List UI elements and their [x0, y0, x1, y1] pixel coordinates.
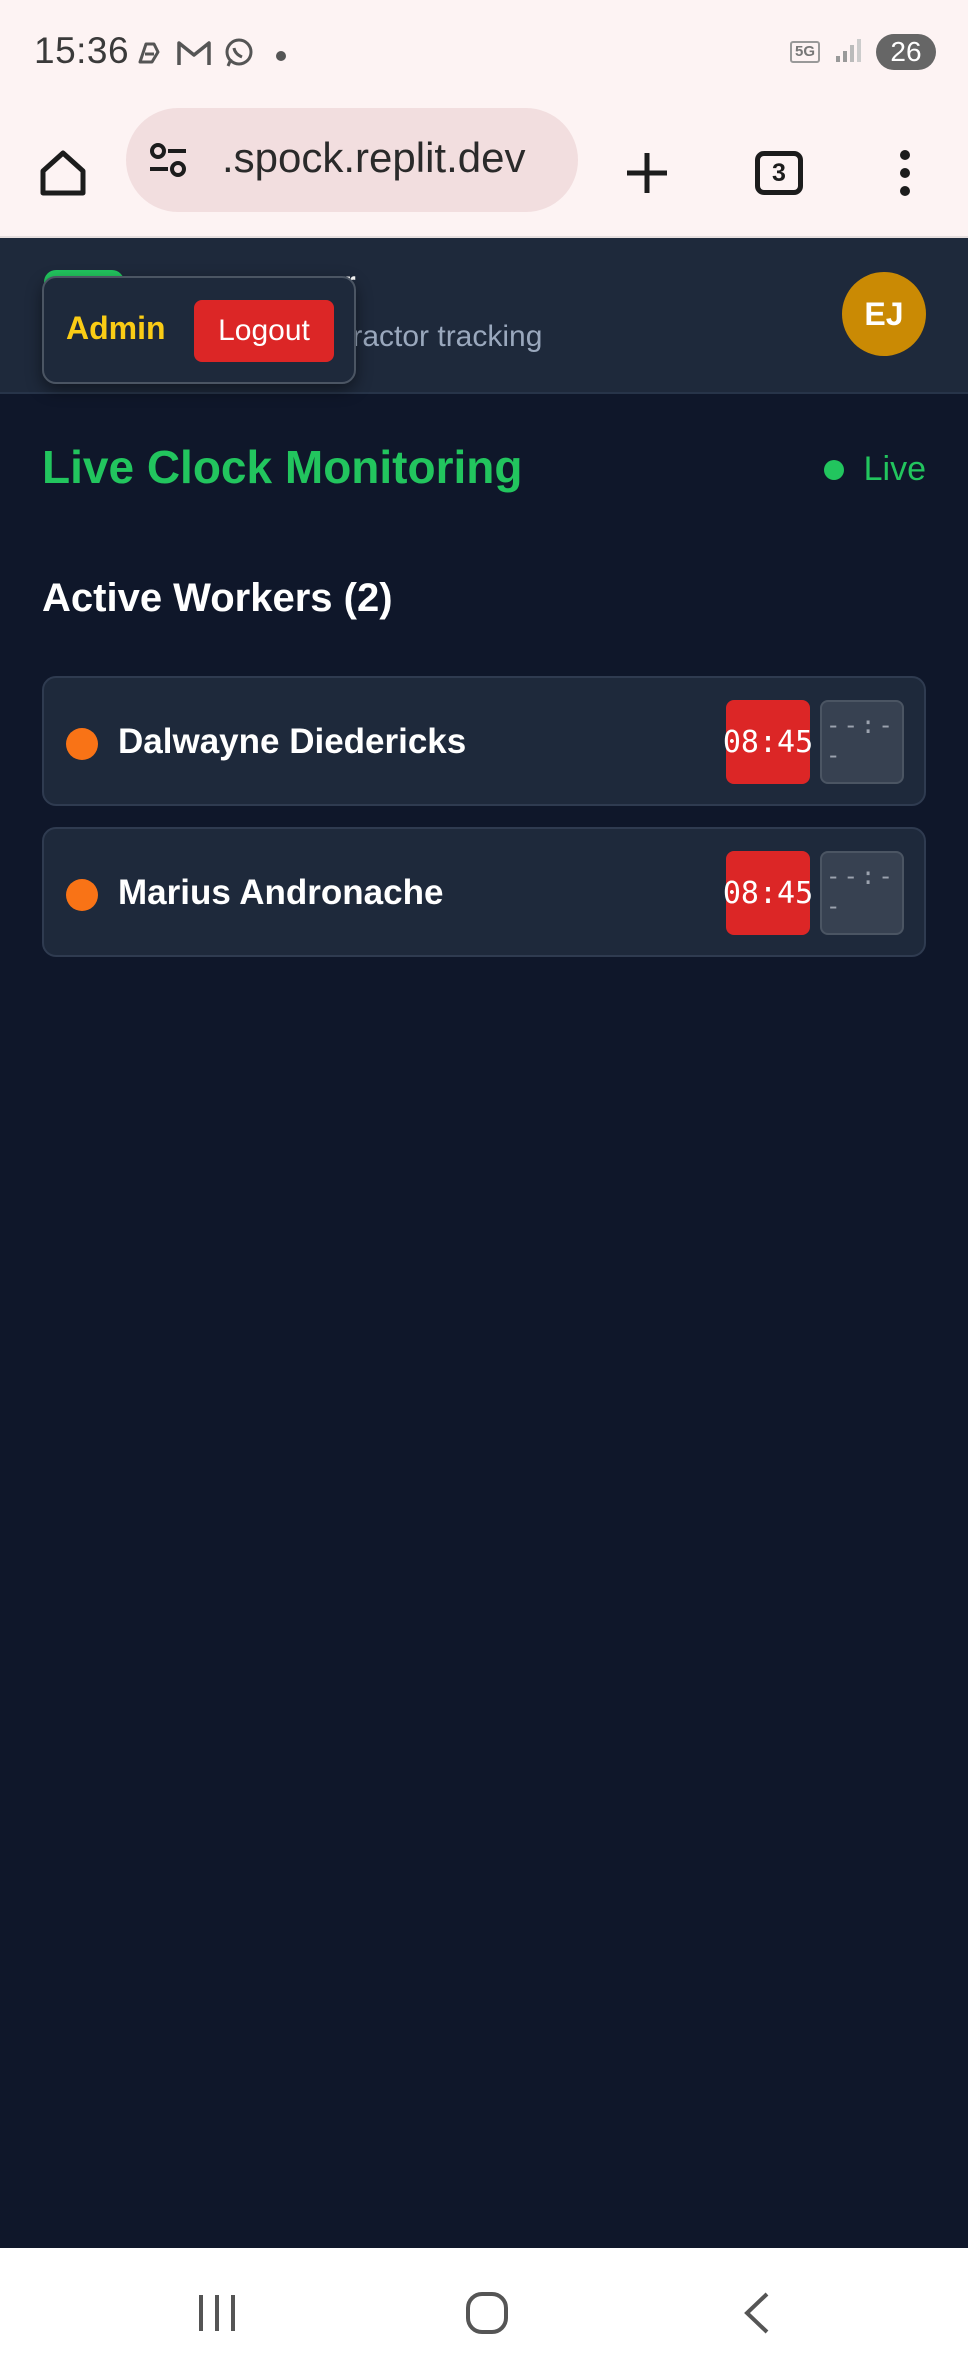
home-circle-icon	[466, 2292, 508, 2334]
worker-name: Marius Andronache	[118, 873, 444, 912]
home-button[interactable]	[28, 138, 98, 208]
user-menu-popup: Admin Logout	[42, 276, 356, 384]
more-notifications-dot	[276, 50, 286, 61]
worker-card[interactable]: Marius Andronache 08:45 --:--	[42, 827, 926, 957]
battery-level: 26	[876, 34, 936, 70]
recent-apps-icon	[199, 2295, 235, 2331]
worker-name: Dalwayne Diedericks	[118, 722, 467, 761]
notification-icons	[132, 36, 286, 75]
user-role-label: Admin	[66, 310, 166, 346]
worker-card[interactable]: Dalwayne Diedericks 08:45 --:--	[42, 676, 926, 806]
clock-in-time: 08:45	[723, 700, 813, 784]
app-subtitle: tractor tracking	[344, 320, 543, 353]
more-vert-icon	[900, 150, 910, 196]
system-nav-bar	[0, 2248, 968, 2376]
plus-icon	[627, 153, 667, 193]
user-avatar[interactable]: EJ	[842, 272, 926, 356]
whatsapp-icon	[222, 36, 256, 75]
browser-menu-button[interactable]	[870, 138, 940, 208]
tab-count: 3	[755, 151, 803, 195]
network-type: 5G	[789, 41, 820, 63]
live-indicator: Live	[823, 450, 926, 489]
recent-apps-button[interactable]	[172, 2278, 262, 2348]
signal-icon	[834, 36, 862, 69]
browser-toolbar: .spock.replit.dev 3	[0, 108, 968, 238]
site-settings-icon[interactable]	[146, 138, 190, 187]
clock-in-time: 08:45	[723, 851, 813, 935]
logout-button[interactable]: Logout	[194, 300, 334, 362]
tab-switcher-button[interactable]: 3	[744, 138, 814, 208]
back-icon	[744, 2292, 769, 2334]
back-button[interactable]	[712, 2278, 802, 2348]
page-title: Live Clock Monitoring	[42, 441, 523, 493]
home-nav-button[interactable]	[442, 2278, 532, 2348]
gmail-icon	[176, 38, 212, 73]
worker-status-dot	[66, 728, 98, 760]
copilot-icon	[132, 36, 166, 75]
url-text[interactable]: .spock.replit.dev	[222, 134, 525, 182]
address-bar[interactable]: .spock.replit.dev	[126, 108, 578, 212]
system-icons: 5G 26	[789, 34, 936, 70]
home-icon	[40, 150, 86, 196]
live-label: Live	[863, 450, 926, 488]
status-time: 15:36	[34, 30, 130, 71]
status-bar: 15:36 5G 26	[0, 0, 968, 108]
clock-out-time: --:--	[820, 700, 904, 784]
clock-out-time: --:--	[820, 851, 904, 935]
live-dot-icon	[823, 459, 844, 480]
worker-status-dot	[66, 879, 98, 911]
active-workers-heading: Active Workers (2)	[42, 576, 393, 620]
new-tab-button[interactable]	[612, 138, 682, 208]
